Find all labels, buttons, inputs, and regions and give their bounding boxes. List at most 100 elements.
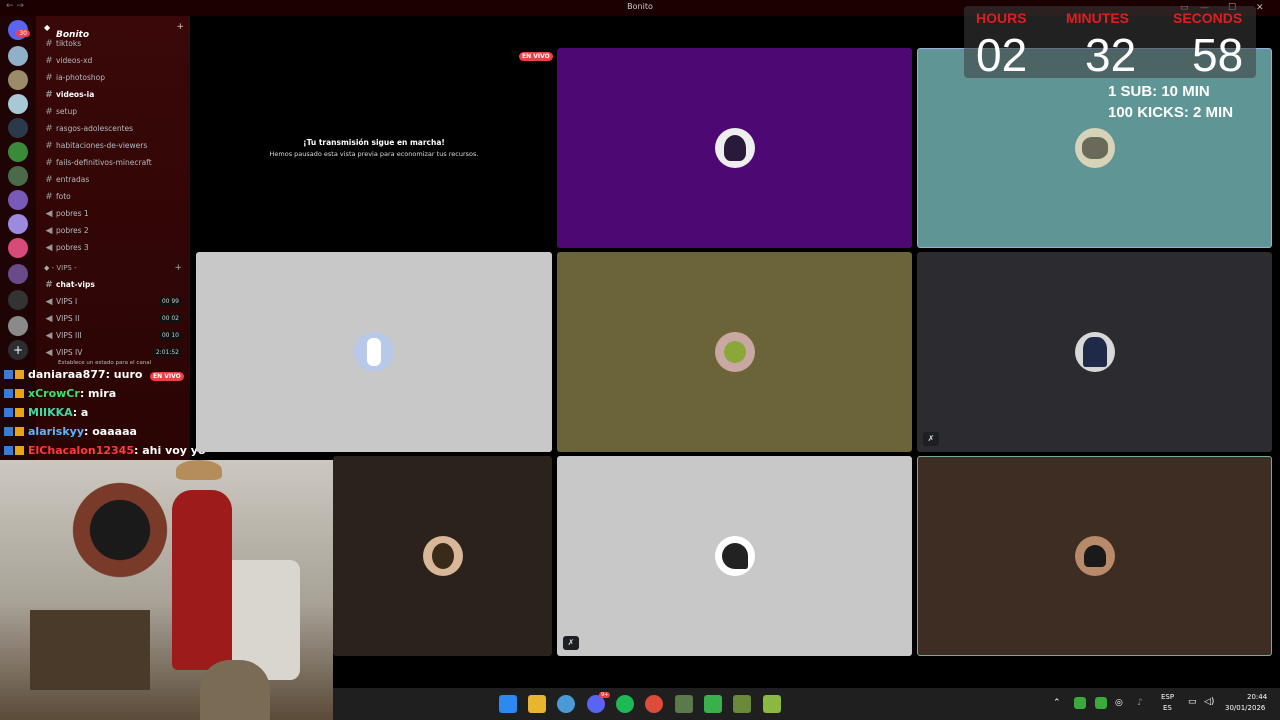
add-member-icon[interactable]: +: [176, 22, 184, 32]
category-label: VIPS: [56, 264, 72, 272]
channel-item[interactable]: # tiktoks: [42, 36, 188, 51]
vip-channel-item[interactable]: ◀ VIPS III 00 10: [42, 328, 188, 343]
chat-message: daniaraa877: uuro: [4, 364, 142, 384]
hash-icon: #: [45, 191, 53, 202]
vip-channel-item[interactable]: ◀ VIPS IV 2:01:52: [42, 345, 188, 360]
chat-username: xCrowCr: [28, 386, 80, 400]
tray-chevron-icon[interactable]: ⌃: [1053, 698, 1061, 708]
chrome-icon[interactable]: [645, 695, 663, 713]
live-badge: EN VIVO: [519, 52, 553, 61]
user-count: 00 02: [158, 314, 182, 323]
subathon-timer: HOURS MINUTES SECONDS 02 32 58: [964, 6, 1256, 81]
chat-username: daniaraa877: [28, 367, 106, 381]
stream-tile[interactable]: [557, 252, 912, 452]
server-icon[interactable]: [8, 166, 28, 186]
chat-message: ElChacalon12345: ahi voy yo: [4, 440, 206, 460]
minecraft-icon[interactable]: [675, 695, 693, 713]
mic-muted-icon: ✗: [563, 636, 579, 650]
channel-label: VIPS III: [56, 331, 82, 340]
chat-message: xCrowCr: mira: [4, 383, 116, 403]
rule-sub: 1 SUB: 10 MIN: [1108, 83, 1210, 100]
app-icon[interactable]: [733, 695, 751, 713]
speaker-icon: ◀: [45, 330, 53, 341]
add-channel-icon[interactable]: +: [174, 263, 182, 273]
channel-item[interactable]: # setup: [42, 104, 188, 119]
stream-tile[interactable]: [333, 456, 552, 656]
server-icon[interactable]: [8, 142, 28, 162]
server-icon[interactable]: [8, 264, 28, 284]
channel-item[interactable]: # fails-definitivos-minecraft: [42, 155, 188, 170]
chat-text: : mira: [79, 386, 117, 400]
hash-icon: #: [45, 123, 53, 134]
hash-icon: #: [45, 140, 53, 151]
server-icon[interactable]: [8, 214, 28, 234]
mic-icon[interactable]: ♪: [1137, 698, 1143, 708]
category-vips[interactable]: ◆ - VIPS -: [44, 264, 77, 272]
live-badge: EN VIVO: [150, 372, 184, 381]
avatar: [714, 536, 755, 576]
channel-item[interactable]: # ia-photoshop: [42, 70, 188, 85]
file-explorer-icon[interactable]: [528, 695, 546, 713]
webcam-feed: [0, 460, 333, 720]
server-icon[interactable]: [8, 190, 28, 210]
hash-icon: #: [45, 72, 53, 83]
app-icon[interactable]: [763, 695, 781, 713]
spotify-icon[interactable]: [616, 695, 634, 713]
server-icon[interactable]: [8, 70, 28, 90]
minutes-label: MINUTES: [1066, 10, 1129, 26]
channel-label: fails-definitivos-minecraft: [56, 158, 152, 167]
add-server-icon[interactable]: +: [8, 340, 28, 360]
vip-channel-item[interactable]: ◀ VIPS I 00 99: [42, 294, 188, 309]
server-icon[interactable]: [8, 94, 28, 114]
channel-item[interactable]: ◀ pobres 2: [42, 223, 188, 238]
volume-icon[interactable]: ◁): [1204, 697, 1214, 707]
stream-tile[interactable]: [917, 456, 1272, 656]
channel-item[interactable]: # entradas: [42, 172, 188, 187]
vip-channel-item[interactable]: ◀ VIPS II 00 02: [42, 311, 188, 326]
tray-app-icon[interactable]: [1074, 697, 1086, 709]
channel-item[interactable]: # foto: [42, 189, 188, 204]
network-icon[interactable]: ▭: [1188, 697, 1197, 707]
wifi-icon[interactable]: ◎: [1115, 698, 1123, 708]
clock-date[interactable]: 30/01/2026: [1225, 704, 1265, 712]
stream-tile[interactable]: [196, 48, 552, 248]
clock-time[interactable]: 20:44: [1247, 693, 1267, 701]
channel-item[interactable]: # rasgos-adolescentes: [42, 121, 188, 136]
stream-tile[interactable]: [557, 48, 912, 248]
app-icon[interactable]: [557, 695, 575, 713]
tray-app-icon[interactable]: [1095, 697, 1107, 709]
stream-tile[interactable]: ✗: [917, 252, 1272, 452]
server-icon[interactable]: [8, 290, 28, 310]
seconds-label: SECONDS: [1173, 10, 1243, 26]
channel-label: pobres 3: [56, 243, 89, 252]
server-icon[interactable]: [8, 46, 28, 66]
server-icon[interactable]: [8, 118, 28, 138]
chat-username: MIIKKA: [28, 405, 73, 419]
server-icon[interactable]: [8, 316, 28, 336]
stream-tile[interactable]: [196, 252, 552, 452]
hash-icon: #: [45, 89, 53, 100]
hash-icon: #: [45, 279, 53, 290]
mic-muted-icon: ✗: [923, 432, 939, 446]
badge-icon: [15, 445, 24, 455]
lang-secondary[interactable]: ES: [1163, 704, 1172, 712]
channel-item[interactable]: # habitaciones-de-viewers: [42, 138, 188, 153]
close-icon[interactable]: ✕: [1256, 3, 1264, 13]
channel-item[interactable]: ◀ pobres 3: [42, 240, 188, 255]
channel-item[interactable]: # videos-xd: [42, 53, 188, 68]
lang-primary[interactable]: ESP: [1161, 693, 1174, 701]
stream-tile[interactable]: ✗: [557, 456, 912, 656]
taskbar: 9+ ⌃ ◎ ♪ ESP ES ▭ ◁) 20:44 30/01/2026: [333, 688, 1280, 720]
server-header[interactable]: ◆ Bonito +: [44, 22, 184, 40]
app-icon[interactable]: [704, 695, 722, 713]
server-icon[interactable]: [8, 238, 28, 258]
badge-icon: [4, 369, 13, 379]
start-icon[interactable]: [499, 695, 517, 713]
hash-icon: #: [45, 174, 53, 185]
vip-channel-item[interactable]: # chat-vips: [42, 277, 188, 292]
channel-item[interactable]: ◀ pobres 1: [42, 206, 188, 221]
minutes-value: 32: [1085, 29, 1137, 81]
channel-label: rasgos-adolescentes: [56, 124, 134, 133]
avatar: [714, 128, 755, 168]
channel-item[interactable]: # videos-ia: [42, 87, 188, 102]
